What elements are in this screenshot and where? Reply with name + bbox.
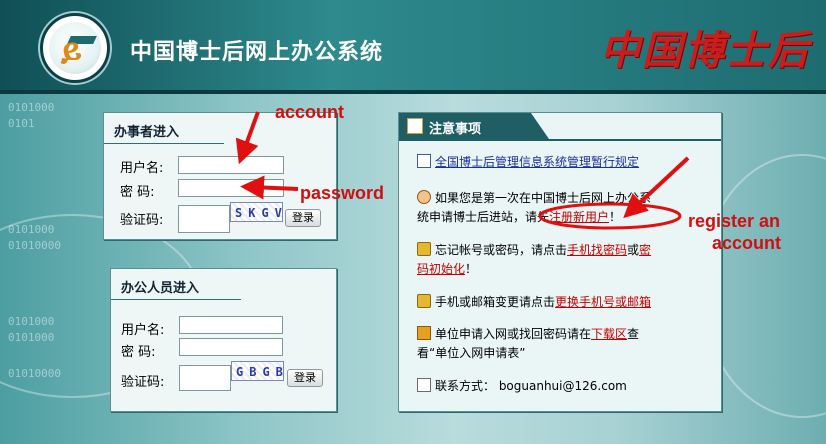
arrow-register [623, 156, 690, 219]
arrow-password [240, 175, 299, 200]
highlight-ellipse [538, 202, 682, 230]
annotation-arrows [235, 111, 690, 230]
arrow-account [235, 111, 260, 165]
